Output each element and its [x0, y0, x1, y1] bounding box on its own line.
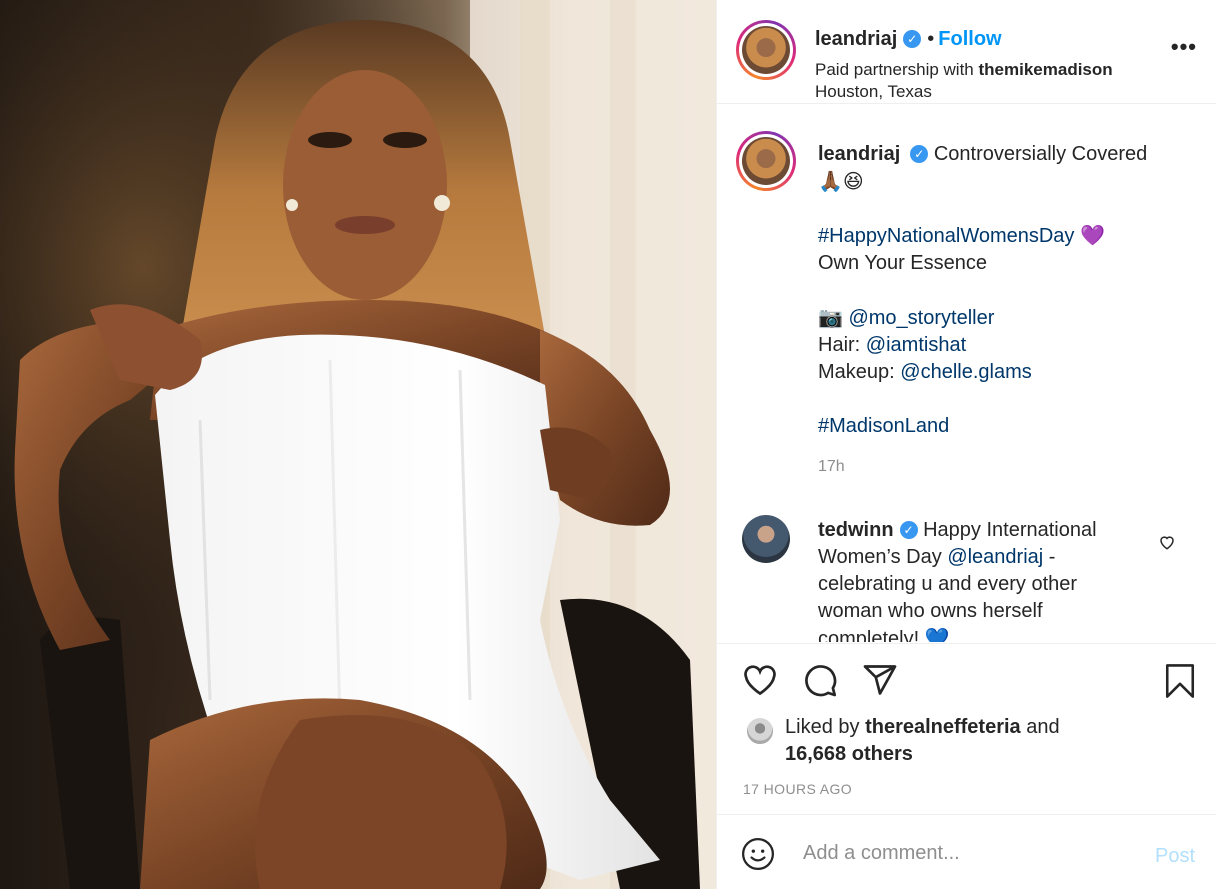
verified-badge-icon: ✓ — [910, 145, 929, 163]
likes-count[interactable]: 16,668 others — [785, 741, 913, 768]
caption-emojis: 🙏🏾😆 — [818, 169, 864, 193]
blue-heart-emoji: 💙 — [924, 626, 950, 642]
post-side-panel: leandriaj ✓ • Follow Paid partnership with … — [716, 0, 1216, 889]
camera-emoji: 📷 — [818, 305, 843, 329]
share-icon[interactable] — [861, 662, 899, 698]
photo-illustration — [0, 0, 716, 889]
separator-dot: • — [927, 28, 935, 50]
hashtag-link[interactable]: #HappyNationalWomensDay — [818, 225, 1074, 247]
more-options-icon[interactable]: ••• — [1171, 34, 1197, 60]
post-comment-button[interactable]: Post — [1155, 845, 1195, 868]
makeup-label: Makeup: — [818, 361, 895, 383]
follow-button[interactable]: Follow — [938, 28, 1001, 50]
mention-link[interactable]: @mo_storyteller — [848, 307, 994, 329]
comment-input[interactable] — [803, 835, 1133, 871]
commenter-username[interactable]: tedwinn — [818, 519, 894, 541]
heart-icon[interactable] — [741, 662, 779, 698]
comment-like-heart-icon[interactable] — [1158, 533, 1176, 551]
hair-label: Hair: — [818, 334, 861, 356]
caption-time[interactable]: 17h — [818, 458, 845, 476]
avatar-image — [742, 137, 790, 185]
post-actions: Liked by therealneffeteria and 16,668 ot… — [717, 643, 1216, 813]
partner-link[interactable]: themikemadison — [979, 60, 1113, 79]
verified-badge-icon: ✓ — [899, 521, 918, 539]
caption-title: Controversially Covered — [933, 143, 1148, 165]
caption-line: Own Your Essence — [818, 252, 987, 274]
paid-partnership: Paid partnership with themikemadison — [815, 60, 1113, 80]
caption-avatar[interactable] — [736, 131, 796, 191]
comments-area[interactable]: leandriaj ✓ Controversially Covered 🙏🏾😆 #… — [717, 105, 1216, 642]
likes-prefix: Liked by — [785, 716, 860, 738]
post-timestamp[interactable]: 17 HOURS AGO — [743, 781, 852, 797]
liker-avatar[interactable] — [745, 716, 775, 746]
author-username[interactable]: leandriaj — [815, 28, 897, 50]
avatar-image — [742, 26, 790, 74]
comment-icon[interactable] — [801, 662, 839, 698]
post-header: leandriaj ✓ • Follow Paid partnership with … — [717, 0, 1216, 104]
emoji-smiley-icon[interactable] — [741, 837, 775, 871]
commenter-avatar[interactable] — [742, 515, 790, 563]
author-avatar[interactable] — [736, 20, 796, 80]
purple-heart-emoji: 💜 — [1080, 223, 1105, 247]
mention-link[interactable]: @iamtishat — [866, 334, 966, 356]
partnership-prefix: Paid partnership with — [815, 60, 974, 79]
add-comment-bar: Post — [717, 814, 1216, 889]
bookmark-icon[interactable] — [1163, 662, 1197, 700]
caption-username[interactable]: leandriaj — [818, 143, 900, 165]
hashtag-link[interactable]: #MadisonLand — [818, 413, 1198, 440]
liker-username[interactable]: therealneffeteria — [865, 716, 1021, 738]
likes-and: and — [1026, 716, 1060, 738]
location-link[interactable]: Houston, Texas — [815, 82, 932, 102]
author-line: leandriaj ✓ • Follow — [815, 28, 1002, 51]
caption-text: leandriaj ✓ Controversially Covered 🙏🏾😆 #… — [818, 141, 1198, 440]
mention-link[interactable]: @chelle.glams — [900, 361, 1031, 383]
mention-link[interactable]: @leandriaj — [947, 546, 1043, 568]
post-photo[interactable] — [0, 0, 716, 889]
comment-text: tedwinn ✓ Happy International Women’s Day… — [818, 517, 1128, 642]
verified-badge-icon: ✓ — [903, 30, 922, 48]
